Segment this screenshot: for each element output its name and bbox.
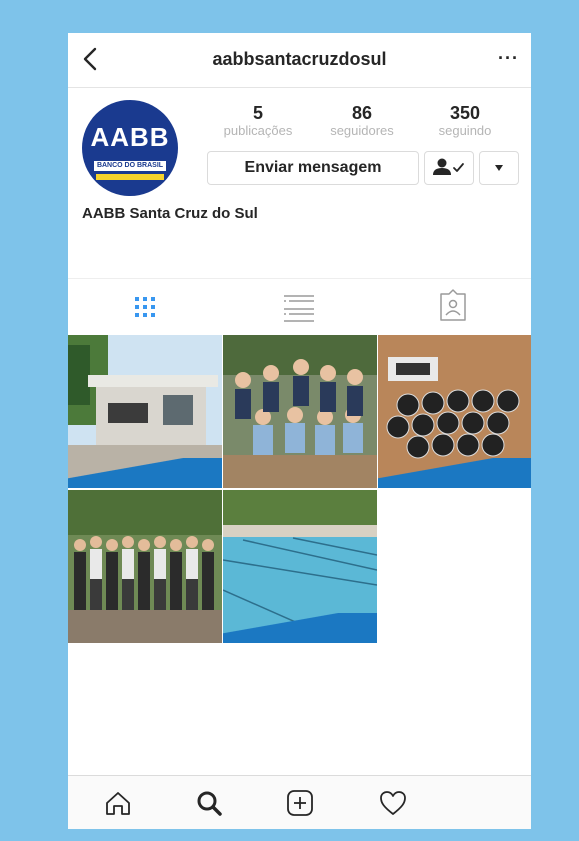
followers-count-label: seguidores: [330, 123, 394, 138]
post-thumbnail-group[interactable]: [223, 335, 377, 488]
tab-grid[interactable]: [68, 279, 222, 335]
top-bar: aabbsantacruzdosul ···: [68, 33, 531, 88]
suggestions-dropdown-button[interactable]: [479, 151, 519, 185]
add-post-icon[interactable]: [283, 786, 317, 820]
logo-stripe: [96, 174, 164, 180]
heart-icon[interactable]: [376, 786, 410, 820]
following-button[interactable]: [424, 151, 474, 185]
home-icon[interactable]: [101, 786, 135, 820]
post-thumbnail-trophies[interactable]: [378, 335, 531, 488]
bottom-navigation: [68, 775, 531, 829]
profile-full-name: AABB Santa Cruz do Sul: [82, 205, 258, 222]
post-thumbnail-pool[interactable]: [223, 490, 377, 643]
following-count[interactable]: 350 seguindo: [420, 103, 510, 139]
tab-tagged[interactable]: [376, 279, 530, 335]
tab-list[interactable]: [222, 279, 376, 335]
logo-text: AABB: [90, 122, 170, 152]
search-icon[interactable]: [192, 786, 226, 820]
post-thumbnail-team[interactable]: [68, 490, 222, 643]
avatar[interactable]: AABB BANCO DO BRASIL: [82, 100, 178, 196]
followers-count-value: 86: [351, 103, 373, 123]
posts-count-label: publicações: [223, 123, 293, 138]
more-options-icon[interactable]: ···: [498, 48, 519, 69]
following-user-icon: [433, 158, 464, 175]
tagged-icon: [440, 289, 466, 321]
phone-screen: aabbsantacruzdosul ··· AABB BANCO DO BRA…: [68, 33, 531, 829]
grid-icon: [135, 297, 155, 317]
posts-count[interactable]: 5 publicações: [213, 103, 303, 139]
profile-username: aabbsantacruzdosul: [212, 49, 387, 69]
followers-count[interactable]: 86 seguidores: [317, 103, 407, 139]
following-count-label: seguindo: [438, 123, 492, 138]
list-icon: [284, 295, 314, 322]
post-thumbnail-building[interactable]: [68, 335, 222, 488]
send-message-button[interactable]: Enviar mensagem: [207, 151, 419, 185]
caret-down-icon: [495, 165, 503, 171]
following-count-value: 350: [449, 103, 481, 123]
profile-tabs: [68, 278, 531, 335]
posts-count-value: 5: [252, 103, 263, 123]
logo-bank-text: BANCO DO BRASIL: [94, 161, 166, 171]
